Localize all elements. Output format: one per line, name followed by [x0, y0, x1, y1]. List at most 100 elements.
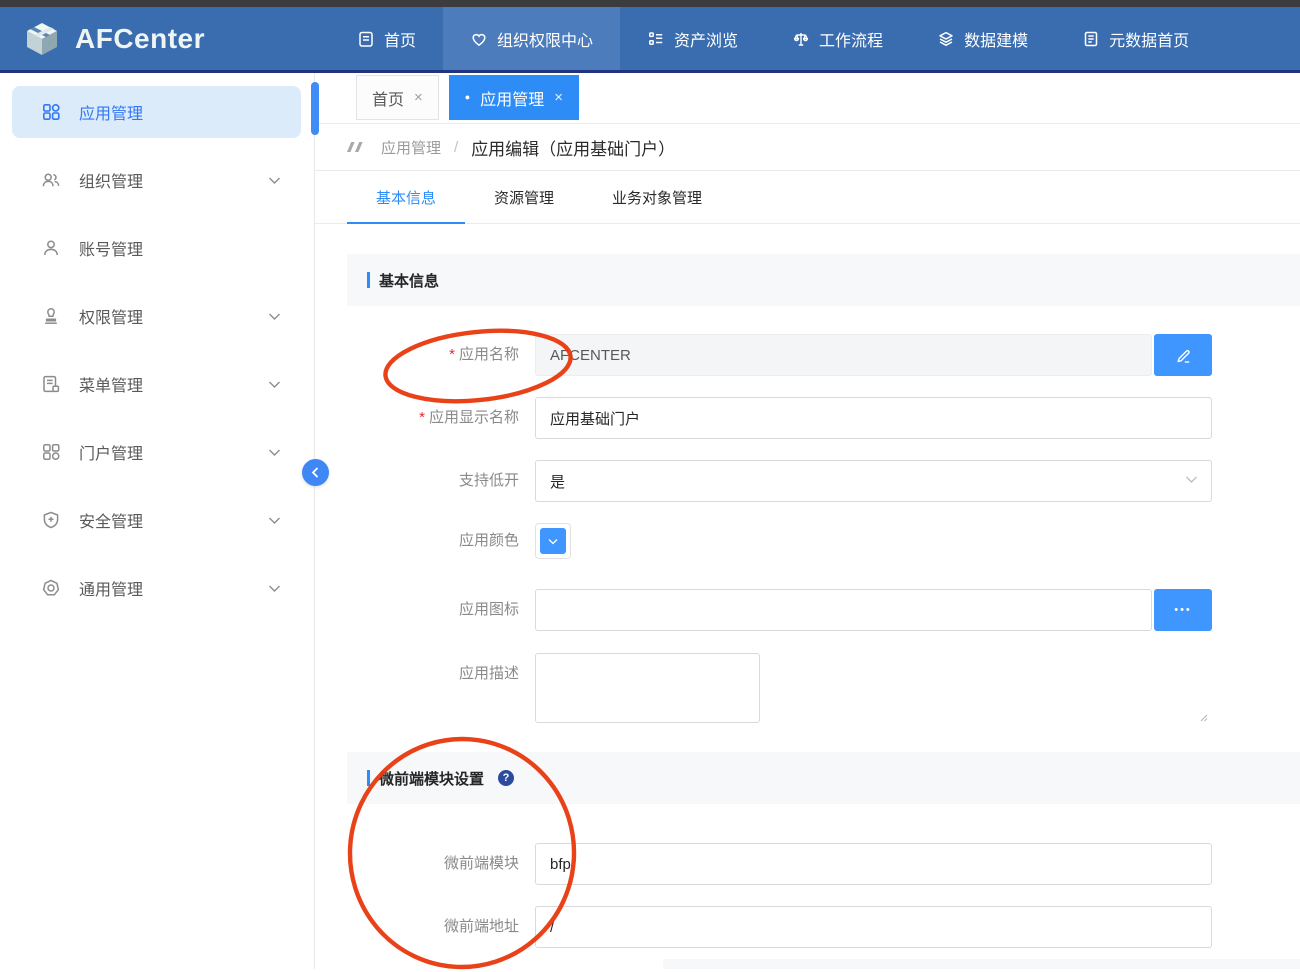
- tab-basic-info[interactable]: 基本信息: [347, 171, 465, 223]
- nav-item-metadata-home[interactable]: 元数据首页: [1055, 7, 1216, 70]
- sidebar-item-menu-management[interactable]: 菜单管理: [12, 358, 301, 410]
- sidebar-item-label: 应用管理: [79, 100, 281, 124]
- close-icon[interactable]: ×: [554, 89, 563, 106]
- app-icon-input[interactable]: [535, 589, 1152, 631]
- micro-module-input[interactable]: [535, 843, 1212, 885]
- people-icon: [41, 170, 61, 190]
- app-name-input[interactable]: [535, 334, 1152, 376]
- left-sidebar: 应用管理 组织管理 账号管理: [0, 73, 315, 969]
- sidebar-item-general-management[interactable]: 通用管理: [12, 562, 301, 614]
- sidebar-item-permission-management[interactable]: 权限管理: [12, 290, 301, 342]
- chevron-down-icon: [268, 516, 281, 525]
- app-logo: AFCenter: [0, 7, 330, 70]
- breadcrumb-slashes-icon: [344, 139, 368, 155]
- breadcrumb-separator: /: [454, 139, 458, 156]
- portal-grid-icon: [41, 442, 61, 462]
- form-row-micro-module: 微前端模块: [315, 843, 1300, 885]
- form-row-app-color: 应用颜色: [315, 523, 1300, 559]
- nav-item-label: 数据建模: [964, 27, 1028, 51]
- chevron-down-icon: [268, 312, 281, 321]
- sidebar-item-label: 权限管理: [79, 304, 250, 328]
- page-tab-app-management[interactable]: ● 应用管理 ×: [449, 75, 579, 120]
- chevron-down-icon: [268, 380, 281, 389]
- page-tab-home[interactable]: 首页 ×: [356, 75, 439, 120]
- browse-icon-button[interactable]: •••: [1154, 589, 1212, 631]
- sidebar-item-label: 组织管理: [79, 168, 250, 192]
- sidebar-item-label: 门户管理: [79, 440, 250, 464]
- nav-item-label: 首页: [384, 27, 416, 51]
- field-label: 微前端模块: [315, 843, 535, 885]
- top-navbar: AFCenter 首页 组织权限中心: [0, 7, 1300, 73]
- chevron-down-icon: [268, 176, 281, 185]
- nav-item-asset-browse[interactable]: 资产浏览: [620, 7, 765, 70]
- layers-icon: [937, 30, 955, 48]
- section-header-micro-frontend: 微前端模块设置 ?: [347, 752, 1300, 804]
- low-code-select[interactable]: [535, 460, 1212, 502]
- tab-label: 首页: [372, 86, 404, 110]
- tab-label: 业务对象管理: [612, 187, 702, 208]
- micro-url-input[interactable]: [535, 906, 1212, 948]
- app-grid-icon: [41, 102, 61, 122]
- window-top-strip: [0, 0, 1300, 7]
- app-color-picker[interactable]: [535, 523, 571, 559]
- stamp-icon: [41, 306, 61, 326]
- form-area: 基本信息 *应用名称: [315, 224, 1300, 969]
- basic-info-form: *应用名称 *应用显示名称: [315, 306, 1300, 728]
- edit-app-name-button[interactable]: [1154, 334, 1212, 376]
- logo-text: AFCenter: [75, 23, 205, 55]
- nav-item-org-permission-center[interactable]: 组织权限中心: [443, 7, 620, 70]
- form-row-low-code-support: 支持低开: [315, 460, 1300, 502]
- gear-icon: [41, 578, 61, 598]
- next-section-strip: [663, 959, 1300, 969]
- tab-label: 应用管理: [480, 86, 544, 110]
- app-description-textarea[interactable]: [535, 653, 760, 723]
- close-icon[interactable]: ×: [414, 89, 423, 106]
- field-label: 应用图标: [315, 589, 535, 631]
- section-accent-bar: [367, 770, 370, 786]
- nav-item-workflow[interactable]: 工作流程: [765, 7, 910, 70]
- resize-handle-icon[interactable]: [1199, 713, 1208, 722]
- document-icon: [357, 30, 375, 48]
- top-nav-menu: 首页 组织权限中心 资产浏览: [330, 7, 1216, 70]
- sidebar-item-label: 通用管理: [79, 576, 250, 600]
- field-label: 微前端地址: [315, 906, 535, 948]
- required-mark: *: [449, 346, 455, 363]
- required-mark: *: [419, 409, 425, 426]
- field-label: *应用显示名称: [315, 397, 535, 439]
- section-title: 基本信息: [379, 270, 439, 291]
- sidebar-collapse-button[interactable]: [302, 459, 329, 486]
- field-label: 应用颜色: [315, 523, 535, 559]
- field-label: 应用描述: [315, 653, 535, 695]
- breadcrumb: 应用管理 / 应用编辑（应用基础门户）: [315, 124, 1300, 171]
- logo-cube-icon: [22, 19, 62, 59]
- help-icon[interactable]: ?: [498, 770, 514, 786]
- form-row-app-display-name: *应用显示名称: [315, 397, 1300, 439]
- nav-item-label: 组织权限中心: [497, 27, 593, 51]
- sidebar-scroll-indicator: [311, 82, 319, 135]
- tab-resource-management[interactable]: 资源管理: [465, 171, 583, 223]
- sidebar-item-label: 菜单管理: [79, 372, 250, 396]
- micro-frontend-form: 微前端模块 微前端地址: [315, 804, 1300, 948]
- nav-item-home[interactable]: 首页: [330, 7, 443, 70]
- asset-list-icon: [647, 30, 665, 48]
- app-display-name-input[interactable]: [535, 397, 1212, 439]
- sidebar-item-account-management[interactable]: 账号管理: [12, 222, 301, 274]
- menu-doc-icon: [41, 374, 61, 394]
- breadcrumb-parent[interactable]: 应用管理: [381, 137, 441, 158]
- sidebar-item-security-management[interactable]: 安全管理: [12, 494, 301, 546]
- sidebar-item-portal-management[interactable]: 门户管理: [12, 426, 301, 478]
- heart-icon: [470, 30, 488, 48]
- sidebar-item-org-management[interactable]: 组织管理: [12, 154, 301, 206]
- form-row-app-icon: 应用图标 •••: [315, 589, 1300, 631]
- nav-item-label: 资产浏览: [674, 27, 738, 51]
- tab-label: 基本信息: [376, 187, 436, 208]
- sidebar-item-label: 账号管理: [79, 236, 281, 260]
- nav-item-label: 工作流程: [819, 27, 883, 51]
- sidebar-item-app-management[interactable]: 应用管理: [12, 86, 301, 138]
- tab-business-object-management[interactable]: 业务对象管理: [583, 171, 731, 223]
- shield-plus-icon: [41, 510, 61, 530]
- nav-item-data-modeling[interactable]: 数据建模: [910, 7, 1055, 70]
- chevron-down-icon: [268, 584, 281, 593]
- pencil-icon: [1174, 346, 1192, 364]
- breadcrumb-current: 应用编辑（应用基础门户）: [471, 135, 675, 160]
